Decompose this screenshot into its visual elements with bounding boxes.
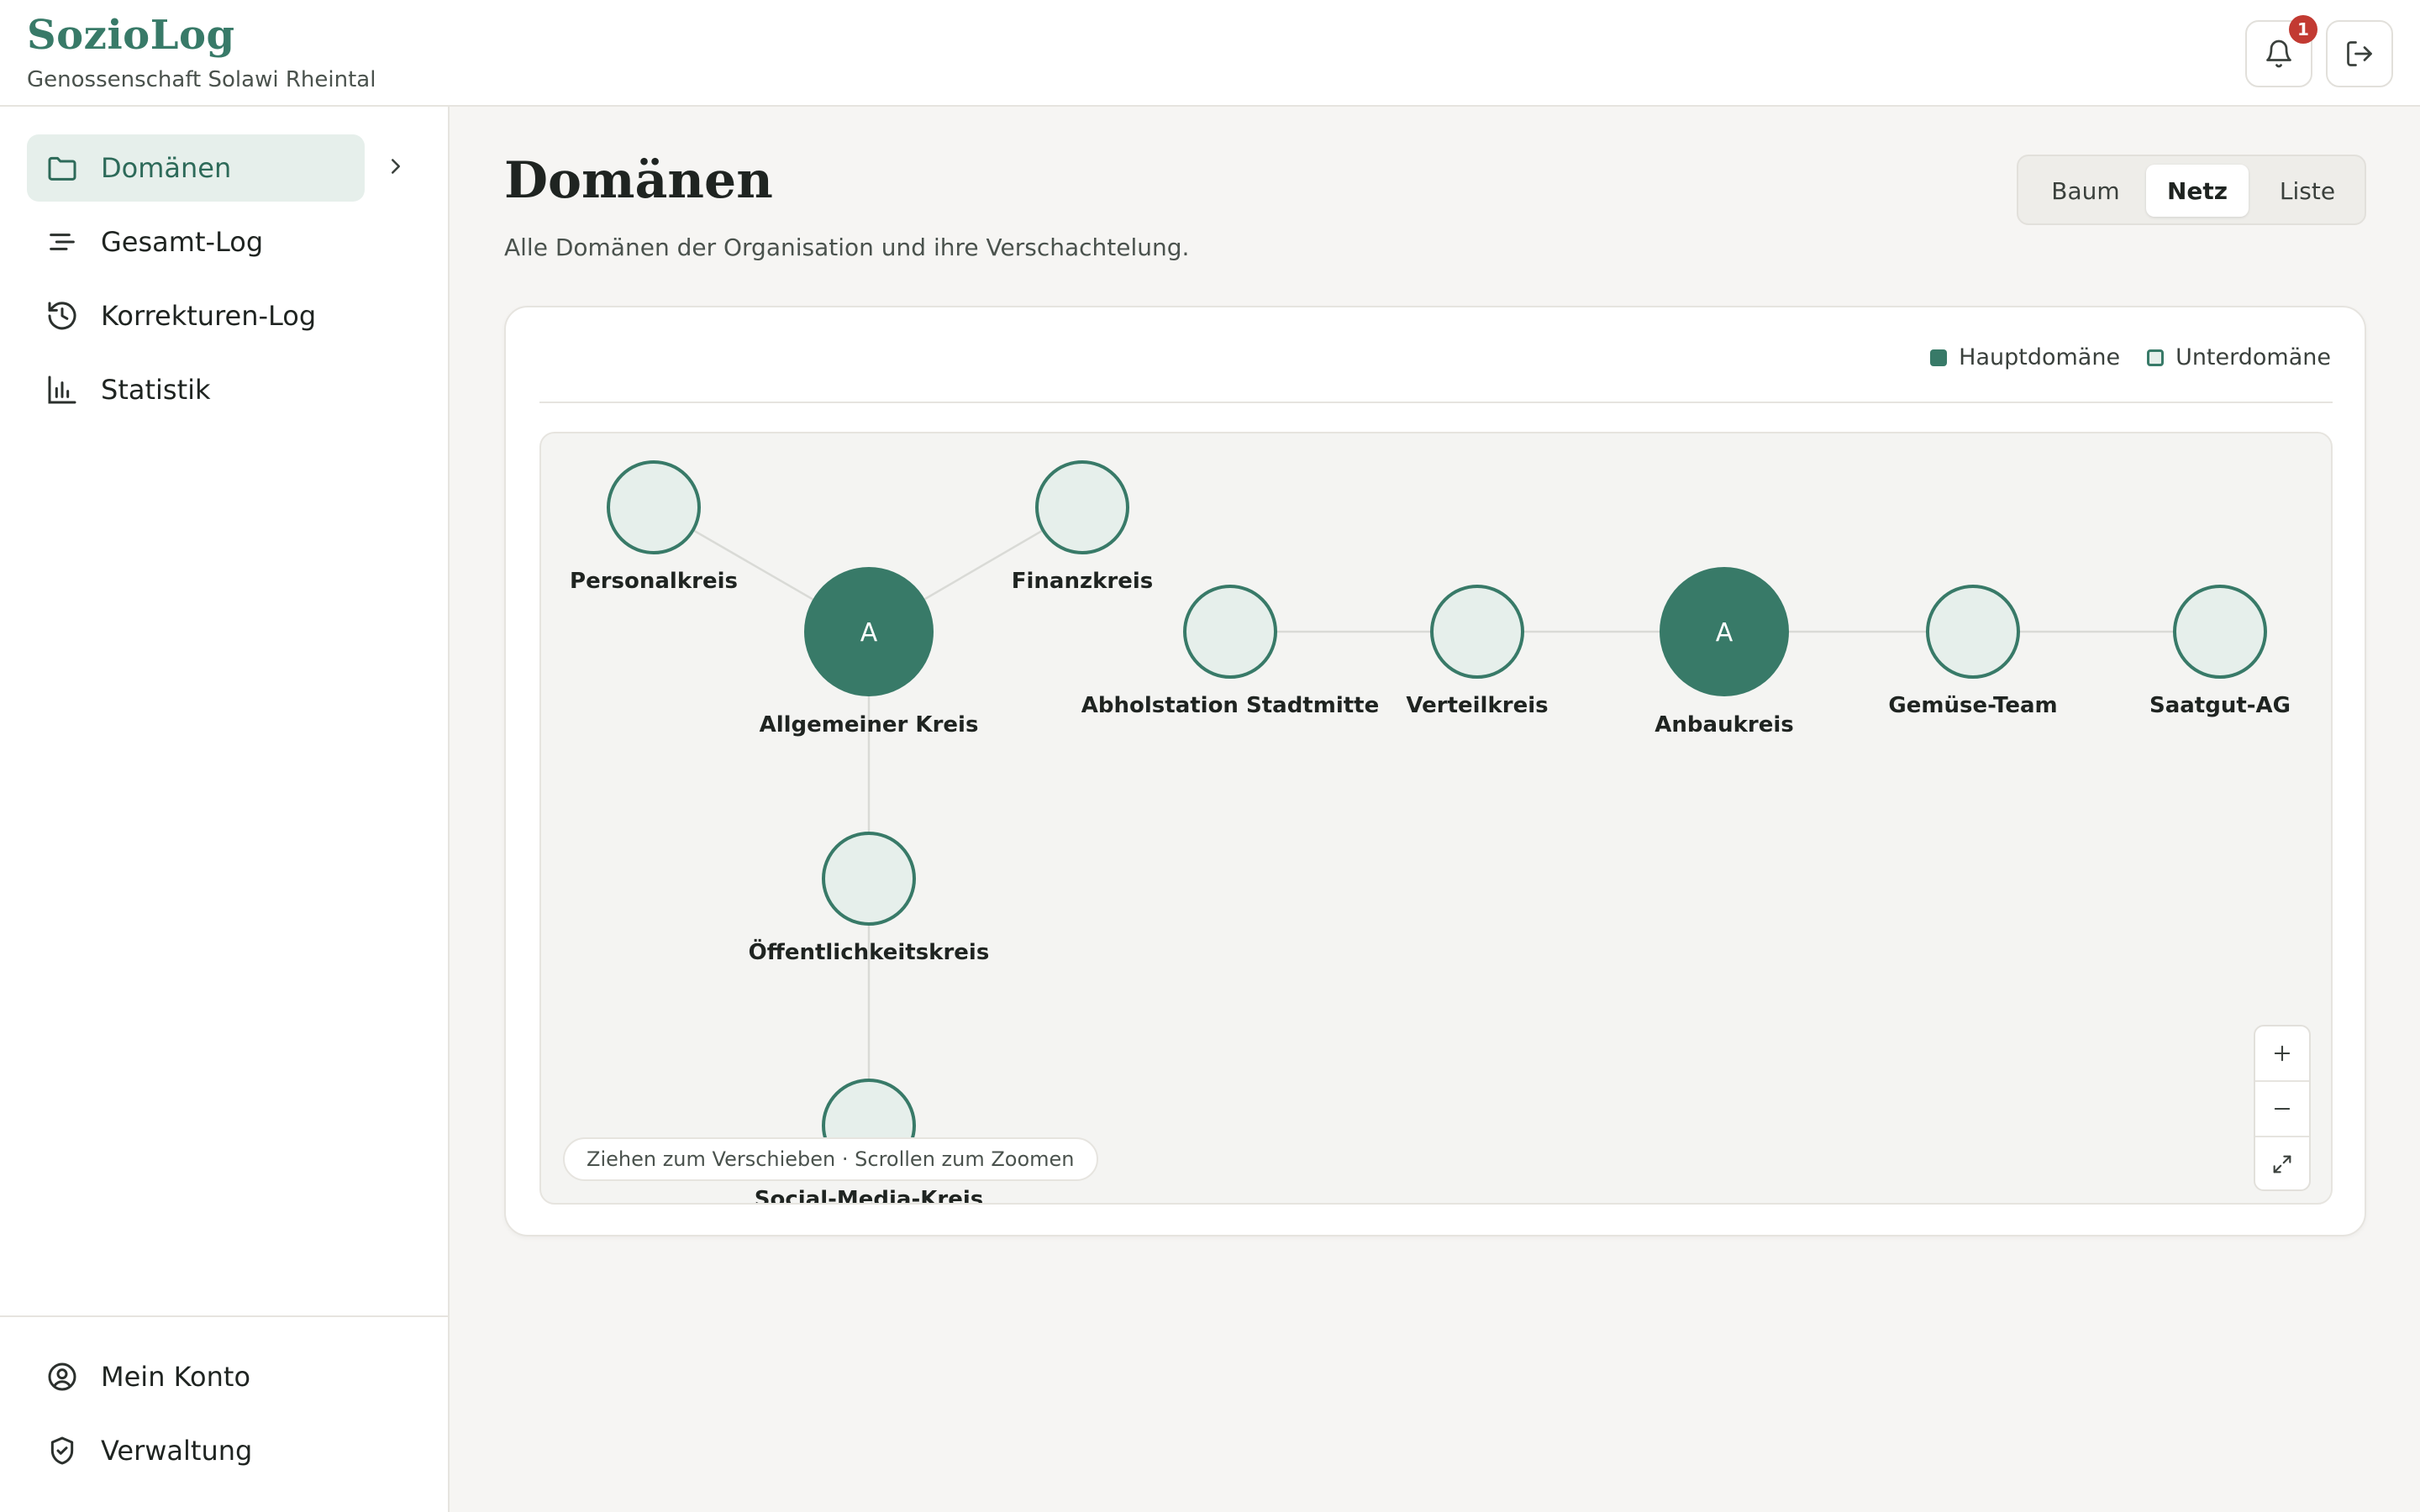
notifications-button[interactable]: 1: [2245, 15, 2317, 87]
view-tab-netz[interactable]: Netz: [2146, 165, 2249, 217]
plus-icon: [2274, 1045, 2291, 1062]
node-label: Social-Media-Kreis: [755, 1187, 984, 1205]
node-circle[interactable]: [1035, 460, 1129, 554]
node-label: Verteilkreis: [1406, 693, 1548, 718]
sidebar-item-label: Domänen: [101, 152, 232, 184]
node-label: Personalkreis: [570, 569, 738, 594]
zoom-controls: [2254, 1025, 2311, 1191]
fit-view-button[interactable]: [2255, 1137, 2309, 1191]
sidebar-item-label: Mein Konto: [101, 1361, 251, 1393]
user-circle-icon: [48, 1362, 76, 1391]
legend: Hauptdomäne Unterdomäne: [1930, 344, 2331, 370]
network-graph[interactable]: Personalkreis A Allgemeiner Kreis Finanzkre…: [541, 433, 2333, 1205]
node-letter: A: [860, 618, 878, 648]
graph-node-abholstation-stadtmitte[interactable]: Abholstation Stadtmitte: [1081, 585, 1379, 718]
logout-button[interactable]: [2326, 20, 2393, 87]
sidebar-item-verwaltung[interactable]: Verwaltung: [27, 1417, 365, 1484]
view-tab-baum[interactable]: Baum: [2037, 165, 2134, 217]
zoom-out-button[interactable]: [2255, 1082, 2309, 1136]
node-label: Finanzkreis: [1012, 569, 1154, 594]
bell-icon: [2266, 39, 2291, 68]
legend-swatch-sub: [2147, 349, 2165, 366]
node-label: Saatgut-AG: [2149, 693, 2291, 718]
sidebar-item-domaenen[interactable]: Domänen: [27, 134, 365, 202]
graph-node-saatgut-ag[interactable]: Saatgut-AG: [2149, 585, 2291, 718]
legend-label-sub: Unterdomäne: [2175, 344, 2331, 370]
zoom-in-button[interactable]: [2255, 1026, 2309, 1080]
sidebar-item-mein-konto[interactable]: Mein Konto: [27, 1343, 365, 1410]
graph-node-allgemeiner-kreis[interactable]: A Allgemeiner Kreis: [760, 567, 979, 738]
node-label: Öffentlichkeitskreis: [749, 937, 990, 965]
sidebar-item-korrekturen-log[interactable]: Korrekturen-Log: [27, 282, 365, 349]
graph-node-personalkreis[interactable]: Personalkreis: [570, 460, 738, 594]
legend-label-main: Hauptdomäne: [1959, 344, 2121, 370]
organization-name: Genossenschaft Solawi Rheintal: [27, 67, 376, 92]
legend-swatch-main: [1930, 349, 1948, 366]
node-circle[interactable]: [1430, 585, 1524, 679]
expand-icon: [2273, 1155, 2291, 1173]
node-circle[interactable]: [1926, 585, 2020, 679]
view-tab-liste[interactable]: Liste: [2260, 165, 2354, 217]
bar-chart-icon: [48, 375, 76, 404]
top-bar: SozioLog Genossenschaft Solawi Rheintal …: [0, 0, 2420, 107]
sidebar: Domänen Gesamt-Log Korrekturen-Log Stati…: [0, 107, 450, 1512]
sidebar-divider: [0, 1315, 448, 1317]
sidebar-item-label: Verwaltung: [101, 1435, 253, 1467]
network-card: Hauptdomäne Unterdomäne Personalkreis A Al…: [504, 306, 2366, 1236]
page-title: Domänen: [504, 151, 773, 210]
sidebar-item-label: Korrekturen-Log: [101, 300, 317, 332]
app-logo-title[interactable]: SozioLog: [27, 12, 235, 59]
history-icon: [48, 302, 76, 330]
node-label: Abholstation Stadtmitte: [1081, 693, 1379, 718]
card-divider: [539, 402, 2333, 403]
graph-node-anbaukreis[interactable]: A Anbaukreis: [1655, 567, 1794, 738]
shield-check-icon: [50, 1436, 74, 1465]
canvas-hint: Ziehen zum Verschieben · Scrollen zum Zo…: [563, 1137, 1098, 1181]
node-circle[interactable]: [2173, 585, 2267, 679]
sidebar-item-gesamt-log[interactable]: Gesamt-Log: [27, 208, 365, 276]
list-lines-icon: [50, 234, 75, 250]
graph-node-gemuese-team[interactable]: Gemüse-Team: [1888, 585, 2058, 718]
node-label: Anbaukreis: [1655, 712, 1793, 738]
node-label: Gemüse-Team: [1888, 693, 2057, 718]
node-circle[interactable]: [1183, 585, 1277, 679]
graph-node-oeffentlichkeitskreis[interactable]: Öffentlichkeitskreis: [749, 832, 990, 965]
sidebar-item-label: Gesamt-Log: [101, 226, 264, 258]
view-switch: Baum Netz Liste: [2017, 155, 2366, 225]
node-letter: A: [1716, 618, 1733, 648]
minus-icon: [2274, 1107, 2291, 1110]
logout-icon: [2347, 41, 2372, 66]
page-subtitle: Alle Domänen der Organisation und ihre V…: [504, 234, 1190, 261]
sidebar-item-label: Statistik: [101, 374, 211, 406]
node-circle[interactable]: [607, 460, 701, 554]
node-label: Allgemeiner Kreis: [760, 712, 979, 738]
graph-node-finanzkreis[interactable]: Finanzkreis: [1012, 460, 1154, 594]
sidebar-item-statistik[interactable]: Statistik: [27, 356, 365, 423]
graph-node-verteilkreis[interactable]: Verteilkreis: [1406, 585, 1549, 718]
network-canvas[interactable]: Personalkreis A Allgemeiner Kreis Finanzkre…: [539, 432, 2333, 1205]
node-circle[interactable]: [822, 832, 916, 926]
folder-icon: [48, 156, 76, 181]
notification-badge: 1: [2289, 15, 2317, 44]
chevron-right-icon[interactable]: [383, 154, 408, 179]
